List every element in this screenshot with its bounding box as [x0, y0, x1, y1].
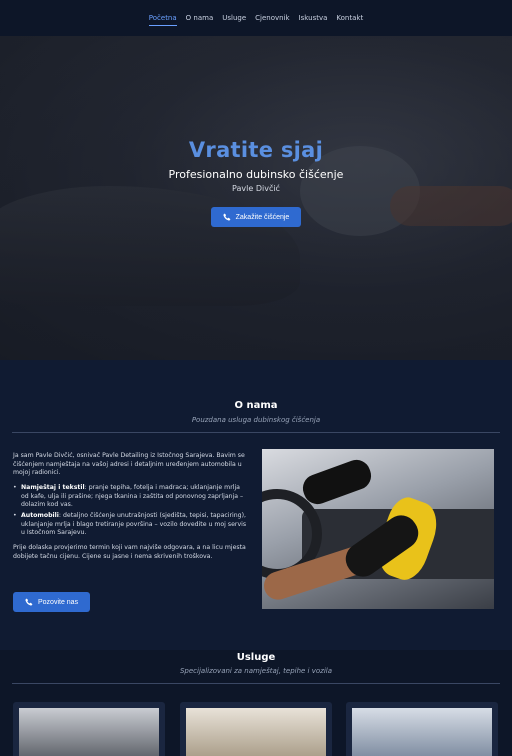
- services-divider: [12, 683, 500, 684]
- service-card-furniture[interactable]: [346, 702, 498, 756]
- service-card-furniture-image: [352, 708, 492, 756]
- hero-title: Vratite sjaj: [188, 138, 324, 162]
- about-title: O nama: [234, 400, 278, 411]
- about-image-car-interior: [262, 449, 494, 609]
- nav-link-pocetna[interactable]: Početna: [148, 11, 177, 26]
- book-cleaning-label: Zakažite čišćenje: [235, 213, 290, 221]
- about-divider: [12, 432, 500, 433]
- nav-link-cjenovnik[interactable]: Cjenovnik: [255, 11, 289, 25]
- phone-icon: [25, 598, 33, 606]
- call-us-label: Pozovite nas: [38, 598, 79, 606]
- services-section: Usluge Specijalizovani za namještaj, tep…: [0, 650, 512, 756]
- nav-link-o-nama[interactable]: O nama: [186, 11, 214, 25]
- about-outro: Prije dolaska provjerimo termin koji vam…: [13, 544, 246, 560]
- about-bullet-furniture: Namještaj i tekstil: pranje tepiha, fote…: [13, 484, 249, 510]
- about-section: O nama Pouzdana usluga dubinskog čišćenj…: [0, 360, 512, 650]
- nav-link-kontakt[interactable]: Kontakt: [336, 11, 363, 25]
- hero-owner: Pavle Divčić: [232, 184, 280, 193]
- nav-link-usluge[interactable]: Usluge: [222, 11, 246, 25]
- hero-content: Vratite sjaj Profesionalno dubinsko čišć…: [0, 138, 512, 227]
- about-subtitle: Pouzdana usluga dubinskog čišćenja: [191, 416, 321, 424]
- top-nav: Početna O nama Usluge Cjenovnik Iskustva…: [0, 0, 512, 36]
- hero-section: Vratite sjaj Profesionalno dubinsko čišć…: [0, 36, 512, 360]
- hero-subtitle: Profesionalno dubinsko čišćenje: [168, 168, 344, 181]
- call-us-button[interactable]: Pozovite nas: [13, 592, 91, 612]
- nav-link-iskustva[interactable]: Iskustva: [299, 11, 328, 25]
- book-cleaning-button[interactable]: Zakažite čišćenje: [210, 207, 302, 227]
- about-image-glove-spray: [298, 455, 376, 509]
- about-bullet-cars: Automobili: detaljno čišćenje unutrašnjo…: [13, 512, 249, 538]
- about-bullet-list: Namještaj i tekstil: pranje tepiha, fote…: [13, 484, 249, 538]
- about-bullet-cars-title: Automobili: [21, 512, 59, 520]
- service-card-vacuum-image: [186, 708, 326, 756]
- service-card-car[interactable]: [13, 702, 165, 756]
- service-card-vacuum[interactable]: [180, 702, 332, 756]
- about-bullet-furniture-title: Namještaj i tekstil: [21, 484, 85, 492]
- about-intro: Ja sam Pavle Divčić, osnivač Pavle Detai…: [13, 452, 245, 477]
- services-subtitle: Specijalizovani za namještaj, tepihe i v…: [179, 667, 333, 675]
- services-title: Usluge: [236, 652, 276, 663]
- about-text: Ja sam Pavle Divčić, osnivač Pavle Detai…: [13, 452, 249, 567]
- service-card-car-image: [19, 708, 159, 756]
- phone-icon: [223, 213, 230, 221]
